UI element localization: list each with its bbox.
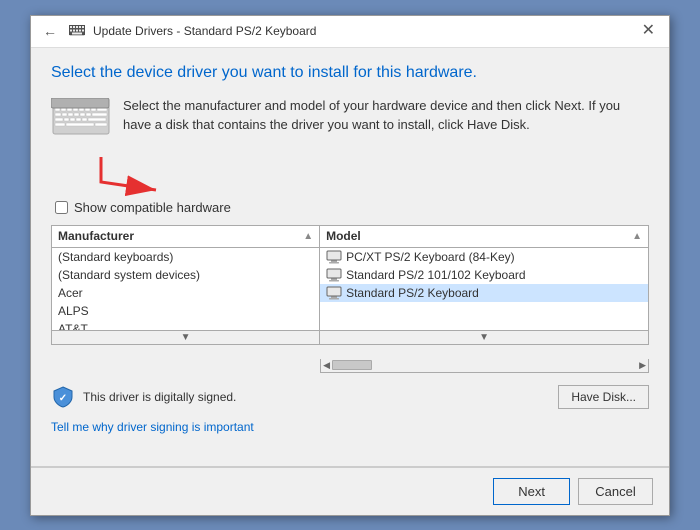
red-arrow bbox=[91, 152, 649, 196]
list-item[interactable]: (Standard system devices) bbox=[52, 266, 319, 284]
svg-text:✓: ✓ bbox=[59, 393, 67, 404]
list-item[interactable]: PC/XT PS/2 Keyboard (84-Key) bbox=[320, 248, 648, 266]
update-drivers-dialog: ← Update Drivers - Standard PS bbox=[30, 15, 670, 516]
driver-signed-row: ✓ This driver is digitally signed. bbox=[51, 385, 236, 409]
manufacturer-items[interactable]: (Standard keyboards) (Standard system de… bbox=[52, 248, 319, 330]
dialog-title: Update Drivers - Standard PS/2 Keyboard bbox=[93, 24, 316, 38]
close-button[interactable]: ✕ bbox=[636, 21, 661, 41]
keyboard-image bbox=[51, 98, 111, 138]
manufacturer-header: Manufacturer ▲ bbox=[52, 226, 319, 248]
driver-signing-link[interactable]: Tell me why driver signing is important bbox=[51, 420, 254, 434]
model-item-text: Standard PS/2 Keyboard bbox=[346, 286, 479, 300]
list-item[interactable]: Acer bbox=[52, 284, 319, 302]
manufacturer-scroll-up[interactable]: ▲ bbox=[303, 231, 313, 242]
manufacturer-spacer bbox=[51, 359, 320, 373]
scrollbar-area: ◀ ▶ bbox=[51, 359, 649, 373]
model-header-text: Model bbox=[326, 229, 361, 243]
title-bar-left: ← Update Drivers - Standard PS bbox=[39, 21, 636, 41]
dialog-content: Select the device driver you want to ins… bbox=[31, 48, 669, 466]
driver-signed-text: This driver is digitally signed. bbox=[83, 390, 236, 404]
manufacturer-scroll-down[interactable]: ▼ bbox=[181, 332, 191, 343]
show-compatible-checkbox[interactable] bbox=[55, 201, 68, 214]
title-bar: ← Update Drivers - Standard PS bbox=[31, 16, 669, 48]
model-item-text: PC/XT PS/2 Keyboard (84-Key) bbox=[346, 250, 515, 264]
model-header: Model ▲ bbox=[320, 226, 648, 248]
list-item[interactable]: Standard PS/2 101/102 Keyboard bbox=[320, 266, 648, 284]
footer-row: ✓ This driver is digitally signed. Have … bbox=[51, 385, 649, 409]
page-heading: Select the device driver you want to ins… bbox=[51, 64, 649, 82]
list-item[interactable]: (Standard keyboards) bbox=[52, 248, 319, 266]
list-item[interactable]: ALPS bbox=[52, 302, 319, 320]
link-row: Tell me why driver signing is important bbox=[51, 419, 649, 434]
description-text: Select the manufacturer and model of you… bbox=[123, 96, 649, 135]
model-scroll-up[interactable]: ▲ bbox=[632, 231, 642, 242]
checkbox-row: Show compatible hardware bbox=[55, 200, 649, 215]
shield-signed-icon: ✓ bbox=[51, 385, 75, 409]
manufacturer-list: Manufacturer ▲ (Standard keyboards) (Sta… bbox=[51, 225, 320, 345]
scroll-left-arrow[interactable]: ◀ bbox=[323, 360, 330, 371]
scroll-right-arrow[interactable]: ▶ bbox=[639, 360, 646, 371]
have-disk-button[interactable]: Have Disk... bbox=[558, 385, 649, 409]
list-item[interactable]: Standard PS/2 Keyboard bbox=[320, 284, 648, 302]
list-item[interactable]: AT&T bbox=[52, 320, 319, 330]
cancel-button[interactable]: Cancel bbox=[578, 478, 653, 505]
model-list: Model ▲ PC/XT PS/2 Keyboard (84-Key) bbox=[320, 225, 649, 345]
model-item-text: Standard PS/2 101/102 Keyboard bbox=[346, 268, 525, 282]
description-row: Select the manufacturer and model of you… bbox=[51, 96, 649, 138]
model-scroll-down[interactable]: ▼ bbox=[479, 332, 489, 343]
back-button[interactable]: ← bbox=[39, 21, 61, 41]
keyboard-title-icon bbox=[69, 23, 85, 39]
button-bar: Next Cancel bbox=[31, 467, 669, 515]
lists-container: Manufacturer ▲ (Standard keyboards) (Sta… bbox=[51, 225, 649, 345]
horizontal-scrollbar[interactable]: ◀ ▶ bbox=[320, 359, 649, 373]
model-items[interactable]: PC/XT PS/2 Keyboard (84-Key) Standard PS… bbox=[320, 248, 648, 330]
scroll-thumb[interactable] bbox=[332, 360, 372, 370]
next-button[interactable]: Next bbox=[493, 478, 570, 505]
manufacturer-header-text: Manufacturer bbox=[58, 229, 134, 243]
show-compatible-label[interactable]: Show compatible hardware bbox=[74, 200, 231, 215]
